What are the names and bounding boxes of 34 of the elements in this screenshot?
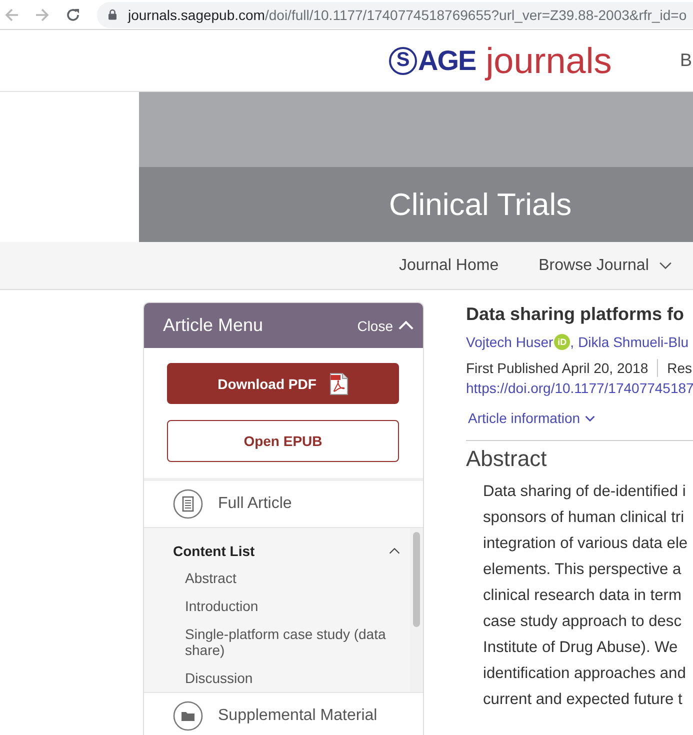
nav-link[interactable]: Journal Home [399,256,499,274]
author-link[interactable]: Dikla Shmueli-Blu [578,332,689,352]
content-list-item[interactable]: Single-platform case study (data share) [185,626,400,658]
abstract-text: Data sharing of de-identified i sponsors of human clinical tri integration of various data ele elements. This perspective a clinical research data in term case study approach to desc Institute of Drug Abuse). We identification approaches and current and expected future t [482,482,689,710]
content-list-item[interactable]: Discussion [185,670,400,686]
article-information-toggle[interactable]: Article information [466,408,596,428]
reload-icon[interactable] [66,8,80,22]
logo-wordmark[interactable]: journals [486,40,612,80]
journal-title: Clinical Trials [389,186,572,222]
author-link[interactable]: Vojtech Huser [466,332,554,352]
close-menu-button[interactable]: Close [357,318,414,334]
supplemental-material-link[interactable]: Supplemental Material [144,692,423,735]
scrollbar-thumb[interactable] [413,532,420,627]
open-epub-button[interactable]: Open EPUB [167,420,399,462]
lock-icon [108,9,117,20]
document-icon [173,489,203,519]
address-bar[interactable]: journals.sagepub.com/doi/full/10.1177/1740774518769655?url_ver=Z39.88-2003&rfr_id=o [97,2,693,28]
metadata-text: Res [667,359,692,378]
content-list-item[interactable]: Introduction [185,598,400,614]
download-pdf-button[interactable]: Download PDF [167,363,399,404]
content-list-item[interactable]: Abstract [185,570,400,586]
content-list-header[interactable]: Content List [173,542,400,560]
header-nav-link[interactable]: B [680,50,693,71]
folder-icon [173,701,203,731]
publisher-logo[interactable]: S AGE [389,44,476,76]
publication-date: First Published April 20, 2018 [466,359,648,378]
doi-link[interactable]: https://doi.org/10.1177/17407745187 [466,378,693,398]
article-title: Data sharing platforms fo [466,303,686,326]
pdf-file-icon [330,372,348,394]
nav-link[interactable]: Browse Journal [538,256,672,274]
author-separator: , [570,333,574,352]
chevron-down-icon [658,261,672,270]
abstract-heading: Abstract [466,446,548,472]
article-menu-title: Article Menu [163,315,264,336]
